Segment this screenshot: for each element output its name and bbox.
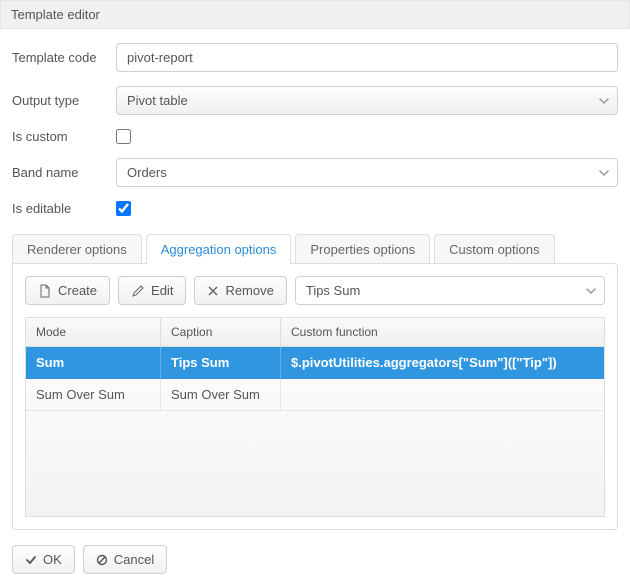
tab-renderer-options[interactable]: Renderer options (12, 234, 142, 264)
create-button-label: Create (58, 283, 97, 298)
table-row[interactable]: Sum Over Sum Sum Over Sum (26, 379, 604, 411)
tab-panel-aggregation: Create Edit Remove Tips Sum (12, 263, 618, 530)
cell-mode: Sum (26, 347, 161, 379)
toolbar: Create Edit Remove Tips Sum (25, 276, 605, 305)
band-name-select[interactable]: Orders (116, 158, 618, 187)
tab-properties-options[interactable]: Properties options (295, 234, 430, 264)
template-code-input[interactable] (116, 43, 618, 72)
check-icon (25, 554, 37, 566)
aggregation-grid: Mode Caption Custom function Sum Tips Su… (25, 317, 605, 517)
edit-button[interactable]: Edit (118, 276, 186, 305)
output-type-label: Output type (12, 93, 116, 108)
window-title: Template editor (0, 0, 630, 29)
grid-header: Mode Caption Custom function (26, 318, 604, 347)
cancel-button[interactable]: Cancel (83, 545, 167, 574)
band-name-value: Orders (116, 158, 618, 187)
cell-mode: Sum Over Sum (26, 379, 161, 411)
footer-buttons: OK Cancel (0, 545, 630, 586)
is-custom-checkbox[interactable] (116, 129, 131, 144)
col-header-caption[interactable]: Caption (161, 318, 281, 347)
cell-caption: Sum Over Sum (161, 379, 281, 411)
is-custom-label: Is custom (12, 129, 116, 144)
is-editable-checkbox[interactable] (116, 201, 131, 216)
template-code-label: Template code (12, 50, 116, 65)
ok-button[interactable]: OK (12, 545, 75, 574)
toolbar-select-value: Tips Sum (295, 276, 605, 305)
col-header-mode[interactable]: Mode (26, 318, 161, 347)
template-editor-window: Template editor Template code Output typ… (0, 0, 630, 586)
tab-custom-options[interactable]: Custom options (434, 234, 554, 264)
file-plus-icon (38, 284, 52, 298)
create-button[interactable]: Create (25, 276, 110, 305)
remove-button-label: Remove (225, 283, 273, 298)
toolbar-select[interactable]: Tips Sum (295, 276, 605, 305)
cell-custom: $.pivotUtilities.aggregators["Sum"](["Ti… (281, 347, 604, 379)
is-editable-label: Is editable (12, 201, 116, 216)
band-name-label: Band name (12, 165, 116, 180)
cell-custom (281, 379, 604, 411)
ok-button-label: OK (43, 552, 62, 567)
tabs: Renderer options Aggregation options Pro… (12, 234, 618, 264)
form-area: Template code Output type Pivot table Is… (0, 29, 630, 234)
pencil-icon (131, 284, 145, 298)
edit-button-label: Edit (151, 283, 173, 298)
output-type-value: Pivot table (116, 86, 618, 115)
output-type-select[interactable]: Pivot table (116, 86, 618, 115)
col-header-custom[interactable]: Custom function (281, 318, 604, 347)
cancel-icon (96, 554, 108, 566)
cancel-button-label: Cancel (114, 552, 154, 567)
tab-aggregation-options[interactable]: Aggregation options (146, 234, 292, 264)
close-icon (207, 285, 219, 297)
cell-caption: Tips Sum (161, 347, 281, 379)
remove-button[interactable]: Remove (194, 276, 286, 305)
table-row[interactable]: Sum Tips Sum $.pivotUtilities.aggregator… (26, 347, 604, 379)
